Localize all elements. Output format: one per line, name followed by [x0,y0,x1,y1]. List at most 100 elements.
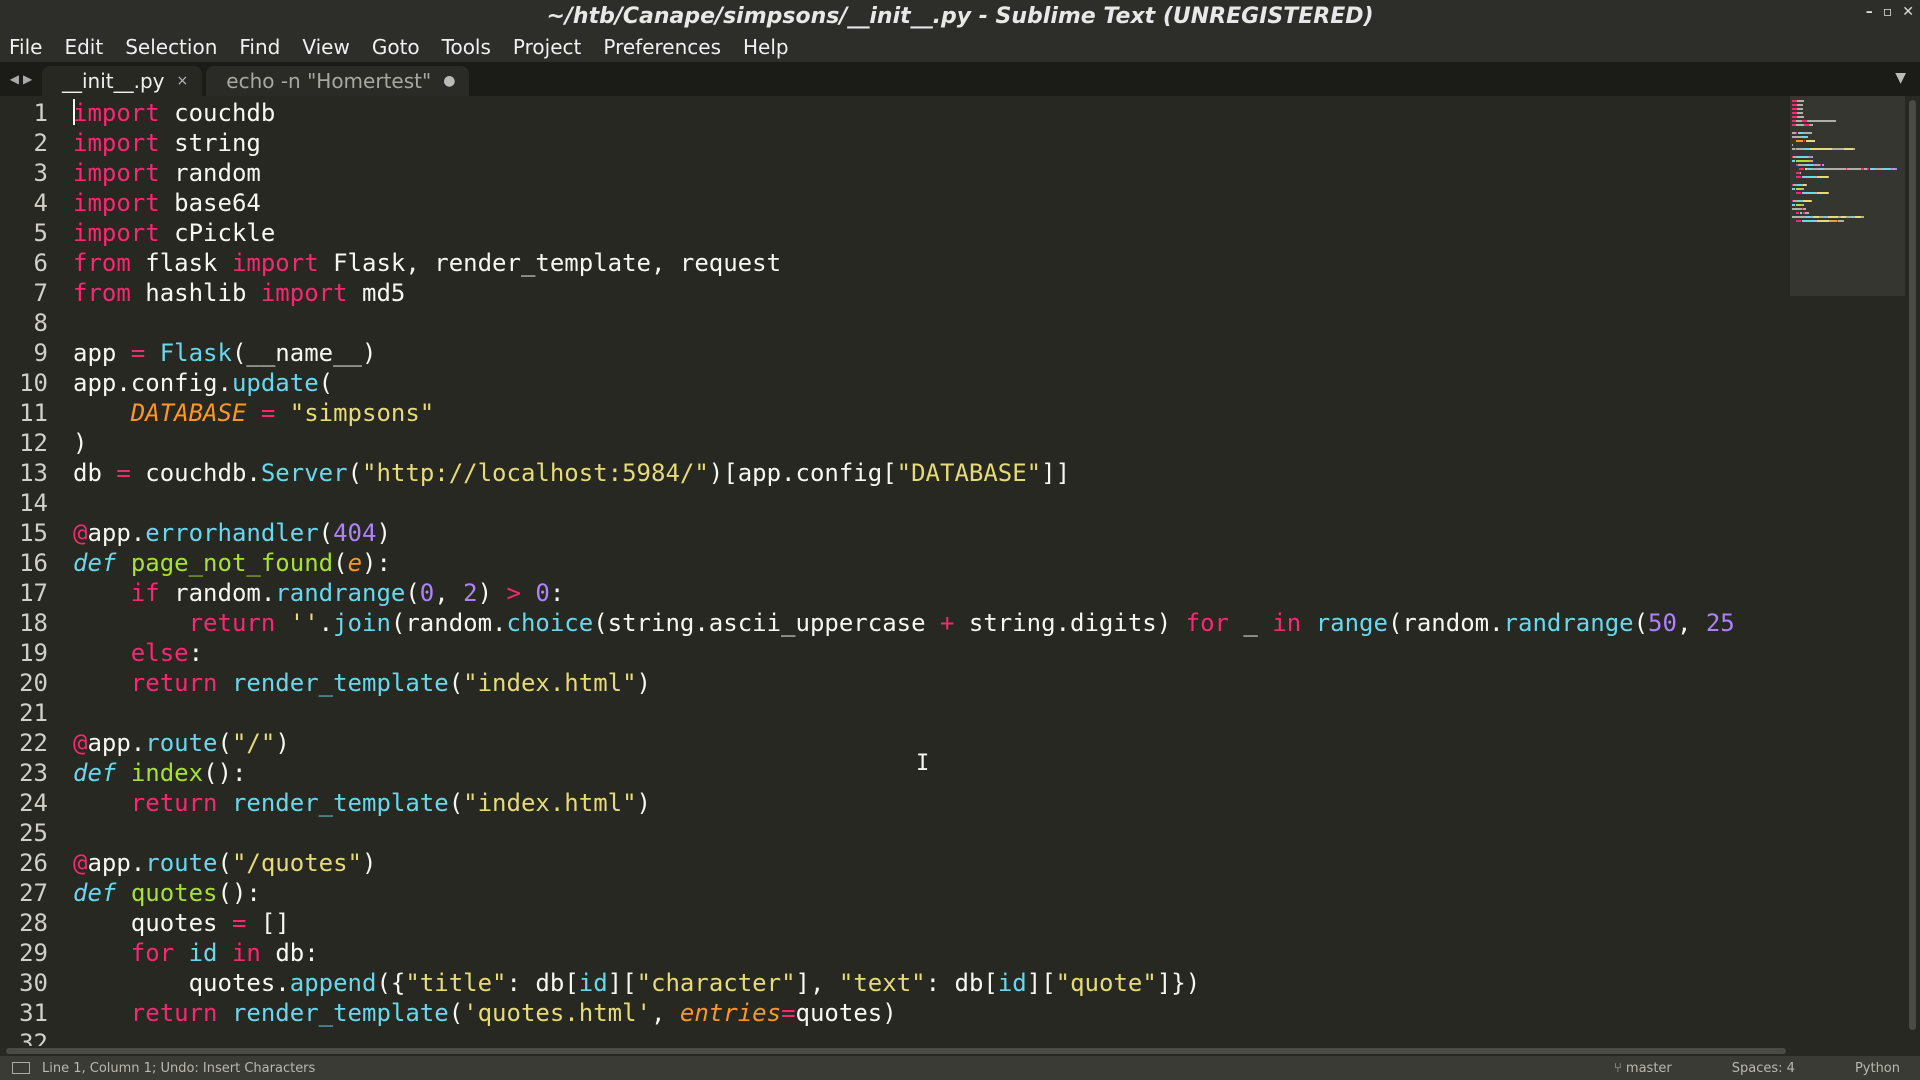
line-number: 12 [19,429,48,457]
indentation-setting[interactable]: Spaces: 4 [1732,1061,1795,1076]
line-number: 3 [33,159,48,187]
code-line[interactable]: 11 DATABASE = "simpsons" [0,398,1790,428]
code-token: ( [1633,609,1649,637]
code-line[interactable]: 1 import couchdb [0,98,1790,128]
line-number: 24 [19,789,48,817]
code-line[interactable]: 27 def quotes(): [0,878,1790,908]
minimap[interactable] [1790,96,1905,1046]
code-line[interactable]: 16 def page_not_found(e): [0,548,1790,578]
minimap-mark [1817,192,1828,194]
minimap-mark [1844,148,1853,150]
menu-preferences[interactable]: Preferences [592,35,732,59]
code-token: "index.html" [463,789,637,817]
minimap-mark [1853,148,1855,150]
tab-close-icon[interactable]: × [177,73,189,89]
code-line[interactable]: 24 return render_template("index.html") [0,788,1790,818]
code-token: : db[ [925,969,998,997]
line-number: 9 [33,339,48,367]
minimap-mark [1797,108,1803,110]
tab-navigation[interactable]: ◀ ▶ [0,62,42,96]
minimap-mark [1796,160,1809,162]
code-token: ) [376,519,391,547]
vertical-scrollbar-thumb[interactable] [1909,100,1916,1030]
menu-find[interactable]: Find [228,35,291,59]
code-line[interactable]: 25 [0,818,1790,848]
tab-prev-icon[interactable]: ◀ [10,72,19,86]
minimap-mark [1809,124,1813,126]
code-line[interactable]: 3 import random [0,158,1790,188]
maximize-icon[interactable]: ▫ [1883,4,1893,20]
code-line[interactable]: 9 app = Flask(__name__) [0,338,1790,368]
code-line[interactable]: 7 from hashlib import md5 [0,278,1790,308]
menu-selection[interactable]: Selection [114,35,228,59]
code-token: def [73,549,117,577]
line-number: 1 [33,99,48,127]
menu-edit[interactable]: Edit [53,35,114,59]
status-bar: Line 1, Column 1; Undo: Insert Character… [0,1056,1920,1080]
menu-help[interactable]: Help [732,35,800,59]
horizontal-scrollbar-thumb[interactable] [6,1048,1786,1054]
code-token: errorhandler [145,519,319,547]
code-line[interactable]: 4 import base64 [0,188,1790,218]
code-line[interactable]: 29 for id in db: [0,938,1790,968]
code-line[interactable]: 22 @app.route("/") [0,728,1790,758]
syntax-mode[interactable]: Python [1855,1061,1900,1076]
code-line[interactable]: 17 if random.randrange(0, 2) > 0: [0,578,1790,608]
code-line[interactable]: 2 import string [0,128,1790,158]
minimap-mark [1792,208,1802,210]
code-token: ( [405,579,420,607]
code-line[interactable]: 30 quotes.append({"title": db[id]["chara… [0,968,1790,998]
code-line[interactable]: 31 return render_template('quotes.html',… [0,998,1790,1028]
code-line[interactable]: 18 return ''.join(random.choice(string.a… [0,608,1790,638]
minimize-icon[interactable]: – [1866,4,1873,20]
code-line[interactable]: 5 import cPickle [0,218,1790,248]
code-token: md5 [347,279,406,307]
minimap-mark [1882,168,1890,170]
tab-dropdown-icon[interactable]: ▼ [1895,70,1906,86]
code-line[interactable]: 10 app.config.update( [0,368,1790,398]
code-editor[interactable]: 1 import couchdb 2 import string 3 import ran… [0,96,1790,1046]
tab-homertest[interactable]: echo -n "Homertest" ● [206,66,470,96]
menu-project[interactable]: Project [502,35,592,59]
code-line[interactable]: 15 @app.errorhandler(404) [0,518,1790,548]
menu-tools[interactable]: Tools [431,35,502,59]
minimap-mark [1811,160,1813,162]
code-token: quotes. [73,969,290,997]
tab-init-py[interactable]: __init__.py × [42,66,203,96]
code-line[interactable]: 19 else: [0,638,1790,668]
code-line[interactable]: 14 [0,488,1790,518]
minimap-viewport[interactable] [1790,96,1905,296]
code-token: > [506,579,521,607]
code-line[interactable]: 13 db = couchdb.Server("http://localhost:… [0,458,1790,488]
code-token: ( [448,789,464,817]
code-line[interactable]: 21 [0,698,1790,728]
tab-modified-icon[interactable]: ● [443,73,455,89]
code-line[interactable]: 6 from flask import Flask, render_templat… [0,248,1790,278]
line-number: 25 [19,819,48,847]
menu-goto[interactable]: Goto [361,35,431,59]
code-line[interactable]: 12) [0,428,1790,458]
line-number: 2 [33,129,48,157]
code-line[interactable]: 28 quotes = [] [0,908,1790,938]
code-line[interactable]: 32 [0,1028,1790,1046]
code-line[interactable]: 23 def index(): [0,758,1790,788]
vertical-scrollbar[interactable] [1905,96,1920,1046]
code-line[interactable]: 8 [0,308,1790,338]
panel-toggle-icon[interactable] [12,1062,30,1074]
menu-view[interactable]: View [291,35,360,59]
tab-next-icon[interactable]: ▶ [23,72,32,86]
line-number: 29 [19,939,48,967]
code-token: '' [289,609,319,637]
code-token: : db[ [506,969,579,997]
close-icon[interactable]: ✕ [1902,4,1914,20]
minimap-mark [1807,120,1836,122]
git-branch[interactable]: ⑂ master [1614,1061,1672,1076]
code-line[interactable]: 20 return render_template("index.html") [0,668,1790,698]
menu-file[interactable]: File [0,35,53,59]
code-line[interactable]: 26 @app.route("/quotes") [0,848,1790,878]
minimap-mark [1797,116,1804,118]
horizontal-scrollbar[interactable] [0,1046,1790,1056]
